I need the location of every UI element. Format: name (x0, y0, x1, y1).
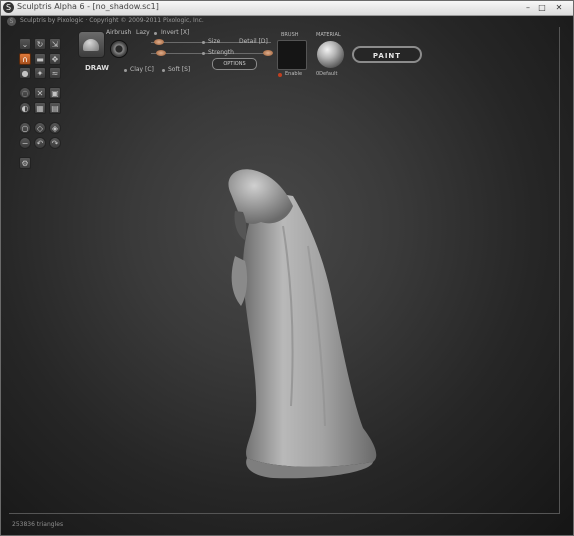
airbrush-label[interactable]: Airbrush (106, 29, 131, 36)
reduce-tool-button[interactable]: − (19, 137, 31, 149)
rotate-tool-button[interactable]: ↻ (34, 38, 46, 50)
viewport-bottom-edge (9, 513, 560, 514)
new-plane-tool-button[interactable]: ◇ (34, 122, 46, 134)
brush-mode-label: DRAW (85, 64, 110, 72)
inflate-tool-button[interactable]: ● (19, 67, 31, 79)
symmetry-tool-button[interactable]: ◐ (19, 102, 31, 114)
sculptris-logo-icon: S (7, 17, 16, 26)
strength-bullet (202, 52, 205, 55)
detail-label[interactable]: Detail [D] (239, 38, 268, 45)
viewport-right-edge (559, 27, 560, 513)
sculpted-hooded-figure-model[interactable] (213, 166, 388, 481)
soft-radio[interactable] (162, 69, 165, 72)
clay-radio[interactable] (124, 69, 127, 72)
clay-label[interactable]: Clay [C] (130, 66, 154, 73)
crease-tool-button[interactable]: ⌄ (19, 38, 31, 50)
paint-mode-button[interactable]: PAINT (352, 46, 422, 63)
triangle-count-status: 253836 triangles (12, 521, 64, 528)
maximize-button[interactable]: □ (536, 2, 548, 13)
app-window: S Sculptris Alpha 6 - [no_shadow.sc1] – … (0, 0, 574, 536)
material-section-label: MATERIAL (316, 32, 341, 38)
material-preview-sphere[interactable] (317, 41, 344, 68)
reduce-brush-tool-button[interactable]: ◌ (19, 87, 31, 99)
settings-tool-button[interactable]: ⚙ (19, 157, 31, 169)
undo-tool-button[interactable]: ↶ (34, 137, 46, 149)
close-button[interactable]: ✕ (553, 2, 565, 13)
flatten-tool-button[interactable]: ▬ (34, 53, 46, 65)
brush-mode-preview[interactable] (78, 31, 105, 58)
subdivide-tool-button[interactable]: ◈ (49, 122, 61, 134)
draw-tool-button[interactable]: ∩ (19, 53, 31, 65)
copyright-text: Sculptris by Pixologic · Copyright © 200… (20, 17, 204, 24)
scale-tool-button[interactable]: ⇲ (49, 38, 61, 50)
info-bar: S Sculptris by Pixologic · Copyright © 2… (1, 16, 561, 27)
soft-label[interactable]: Soft [S] (168, 66, 190, 73)
size-label: Size (208, 38, 221, 45)
strength-label: Strength (208, 49, 234, 56)
title-bar[interactable]: S Sculptris Alpha 6 - [no_shadow.sc1] – … (1, 1, 573, 16)
mask-tool-button[interactable]: ✕ (34, 87, 46, 99)
size-bullet (202, 41, 205, 44)
sculptris-app-icon[interactable]: S (3, 2, 14, 13)
material-name: 0Default (316, 71, 338, 77)
window-title: Sculptris Alpha 6 - [no_shadow.sc1] (17, 2, 159, 11)
grab-tool-button[interactable]: ✥ (49, 53, 61, 65)
grid-tool-button[interactable]: ▤ (49, 102, 61, 114)
minimize-button[interactable]: – (522, 2, 534, 13)
brush-section-label: BRUSH (281, 32, 299, 38)
smooth-tool-button[interactable]: ≈ (49, 67, 61, 79)
figure-arms (231, 256, 248, 306)
figure-robe (243, 191, 377, 467)
enable-toggle[interactable] (278, 73, 282, 77)
detail-slider-knob[interactable] (263, 50, 273, 56)
pinch-tool-button[interactable]: ✦ (34, 67, 46, 79)
redo-tool-button[interactable]: ↷ (49, 137, 61, 149)
brush-texture-slot[interactable] (277, 40, 307, 70)
new-sphere-tool-button[interactable]: ○ (19, 122, 31, 134)
size-slider-knob[interactable] (154, 39, 164, 45)
airbrush-toggle[interactable] (110, 40, 128, 58)
enable-label[interactable]: Enable (285, 71, 302, 77)
draw-brush-icon (83, 39, 99, 51)
wireframe-tool-button[interactable]: ▦ (34, 102, 46, 114)
options-button[interactable]: OPTIONS (212, 58, 257, 70)
invert-label[interactable]: Invert [X] (161, 29, 189, 36)
strength-slider-knob[interactable] (156, 50, 166, 56)
lazy-label[interactable]: Lazy (136, 29, 150, 36)
invert-toggle[interactable] (154, 32, 157, 35)
reduce-selected-tool-button[interactable]: ▣ (49, 87, 61, 99)
